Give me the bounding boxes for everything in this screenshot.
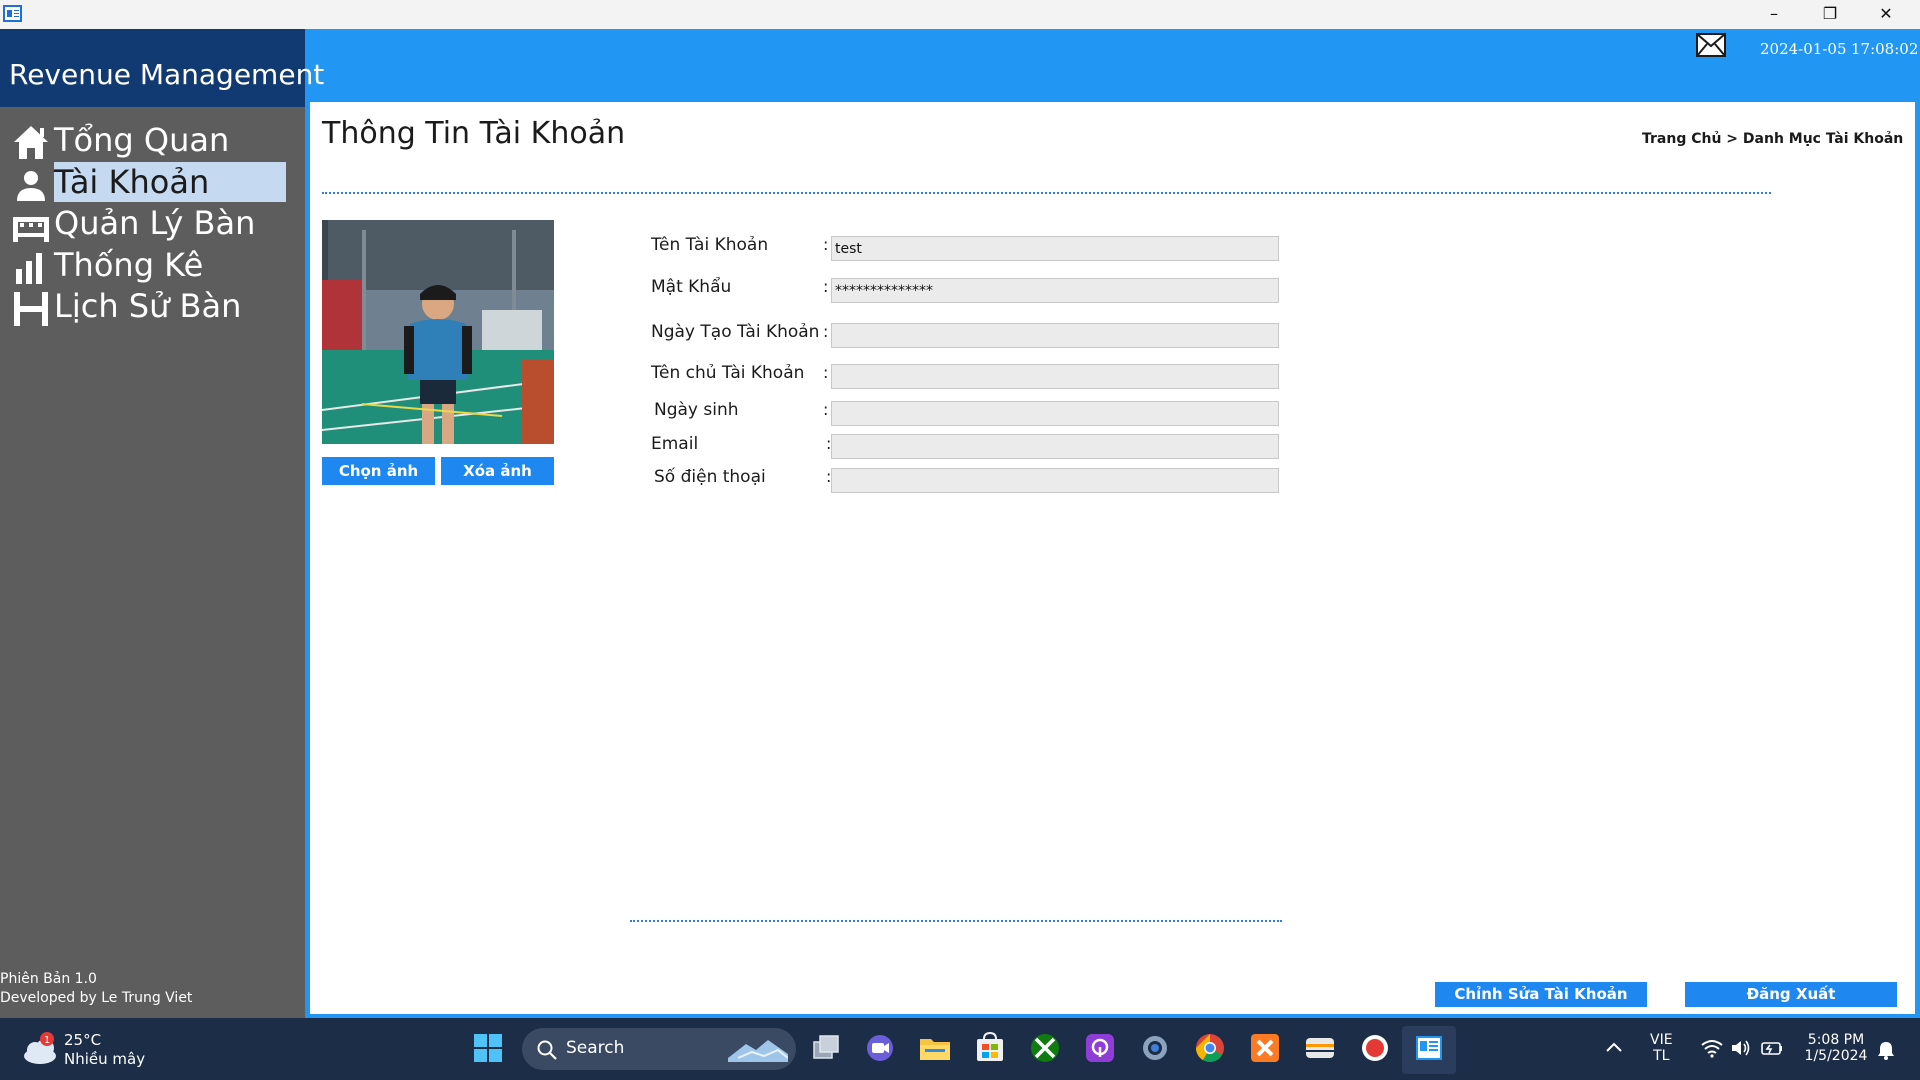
header-date: 2024-01-05: [1760, 40, 1847, 58]
developer-text: Developed by Le Trung Viet: [0, 990, 193, 1006]
field-colon: :: [823, 322, 829, 341]
password-field[interactable]: [831, 278, 1279, 303]
taskbar-clock[interactable]: 5:08 PM 1/5/2024: [1800, 1032, 1872, 1064]
app-icon: [3, 5, 22, 22]
sidebar-item-tong-quan[interactable]: Tổng Quan: [10, 120, 288, 161]
notification-bell-icon[interactable]: [1876, 1040, 1896, 1060]
weather-temp: 25°C: [64, 1031, 102, 1049]
page-title: Thông Tin Tài Khoản: [322, 116, 626, 151]
phone-field[interactable]: [831, 468, 1279, 493]
mail-icon[interactable]: [1696, 33, 1726, 57]
search-icon: [537, 1040, 557, 1060]
table-icon: [13, 217, 49, 242]
wifi-icon[interactable]: [1700, 1038, 1724, 1058]
field-colon: :: [823, 277, 829, 296]
sidebar-item-thong-ke[interactable]: Thống Kê: [10, 245, 288, 286]
window-titlebar: – ❐ ✕: [0, 0, 1920, 29]
email-field[interactable]: [831, 434, 1279, 459]
breadcrumb[interactable]: Trang Chủ > Danh Mục Tài Khoản: [1642, 131, 1903, 147]
windows-start-icon[interactable]: [470, 1030, 506, 1066]
username-field[interactable]: [831, 236, 1279, 261]
birthday-label: Ngày sinh: [654, 400, 739, 420]
created-date-field[interactable]: [831, 323, 1279, 348]
app-window: Revenue Management Tổng Quan Tài Khoản Q…: [0, 29, 1920, 1018]
password-label: Mật Khẩu: [651, 277, 732, 297]
delete-photo-button[interactable]: Xóa ảnh: [441, 457, 554, 485]
divider: [322, 192, 1771, 194]
email-label: Email: [651, 434, 699, 454]
avatar-image: [322, 220, 554, 444]
avatar-photo: [322, 220, 554, 444]
active-app-highlight[interactable]: [1402, 1026, 1456, 1074]
chrome-icon[interactable]: [1192, 1030, 1228, 1066]
field-colon: :: [823, 235, 829, 254]
xampp-icon[interactable]: [1247, 1030, 1283, 1066]
main-content: Thông Tin Tài Khoản Trang Chủ > Danh Mục…: [310, 102, 1915, 1014]
chat-icon[interactable]: [862, 1030, 898, 1066]
brand-title: Revenue Management: [0, 29, 324, 107]
edit-account-button[interactable]: Chỉnh Sửa Tài Khoản: [1435, 982, 1647, 1007]
field-colon: :: [823, 363, 829, 382]
field-colon: :: [823, 400, 829, 419]
logout-button[interactable]: Đăng Xuất: [1685, 982, 1897, 1007]
history-icon: [14, 292, 48, 326]
version-text: Phiên Bản 1.0: [0, 971, 97, 987]
created-date-label: Ngày Tạo Tài Khoản: [651, 322, 820, 342]
sublime-icon[interactable]: [1302, 1030, 1338, 1066]
record-icon[interactable]: [1357, 1030, 1393, 1066]
owner-name-field[interactable]: [831, 364, 1279, 389]
clock-date: 1/5/2024: [1804, 1048, 1868, 1064]
sidebar-item-label: Quản Lý Bàn: [54, 204, 256, 242]
divider: [630, 920, 1282, 922]
store-icon[interactable]: [972, 1030, 1008, 1066]
birthday-field[interactable]: [831, 401, 1279, 426]
sidebar-item-label: Thống Kê: [54, 245, 204, 284]
user-icon: [17, 170, 45, 201]
taskbar-search[interactable]: Search: [522, 1028, 796, 1070]
app-footer: Phiên Bản 1.0 Developed by Le Trung Viet: [0, 970, 192, 1008]
sidebar-item-label: Tổng Quan: [54, 121, 230, 159]
weather-cloud-icon[interactable]: 1: [20, 1032, 60, 1066]
weather-badge: 1: [44, 1035, 50, 1046]
sidebar-item-lich-su-ban[interactable]: Lịch Sử Bàn: [10, 286, 288, 327]
task-view-icon[interactable]: [808, 1030, 844, 1066]
weather-desc: Nhiều mây: [64, 1050, 146, 1068]
volume-icon[interactable]: [1730, 1038, 1752, 1058]
keyboard-layout: TL: [1653, 1048, 1670, 1064]
battery-icon[interactable]: [1760, 1038, 1784, 1058]
owner-name-label: Tên chủ Tài Khoản: [651, 363, 805, 383]
clock-time: 5:08 PM: [1807, 1032, 1865, 1048]
choose-photo-button[interactable]: Chọn ảnh: [322, 457, 435, 485]
input-language[interactable]: VIE TL: [1650, 1032, 1673, 1064]
clipchamp-icon[interactable]: [1082, 1030, 1118, 1066]
sidebar-item-tai-khoan[interactable]: Tài Khoản: [10, 161, 288, 203]
search-label: Search: [566, 1038, 625, 1058]
sidebar-item-quan-ly-ban[interactable]: Quản Lý Bàn: [10, 203, 288, 244]
language-code: VIE: [1650, 1032, 1673, 1048]
chevron-up-icon[interactable]: [1602, 1036, 1626, 1060]
sidebar-item-label: Tài Khoản: [54, 161, 286, 202]
minimize-button[interactable]: –: [1746, 0, 1802, 29]
search-highlight-icon: [728, 1040, 788, 1062]
xbox-icon[interactable]: [1027, 1030, 1063, 1066]
revenue-app-icon: [1416, 1036, 1442, 1060]
settings-gear-icon[interactable]: [1137, 1030, 1173, 1066]
sidebar-item-label: Lịch Sử Bàn: [54, 287, 242, 325]
restore-button[interactable]: ❐: [1802, 0, 1858, 29]
sidebar-nav: Tổng Quan Tài Khoản Quản Lý Bàn Thống Kê…: [10, 120, 288, 328]
username-label: Tên Tài Khoản: [651, 235, 769, 255]
header-time: 17:08:02: [1851, 40, 1919, 58]
bar-chart-icon: [16, 252, 42, 284]
close-button[interactable]: ✕: [1858, 0, 1914, 29]
sidebar: Revenue Management Tổng Quan Tài Khoản Q…: [0, 29, 324, 1018]
phone-label: Số điện thoại: [654, 467, 766, 487]
home-icon: [14, 126, 48, 159]
taskbar: 1 25°C Nhiều mây Search VIE TL 5:08 PM 1…: [0, 1018, 1920, 1080]
file-explorer-icon[interactable]: [917, 1030, 953, 1066]
